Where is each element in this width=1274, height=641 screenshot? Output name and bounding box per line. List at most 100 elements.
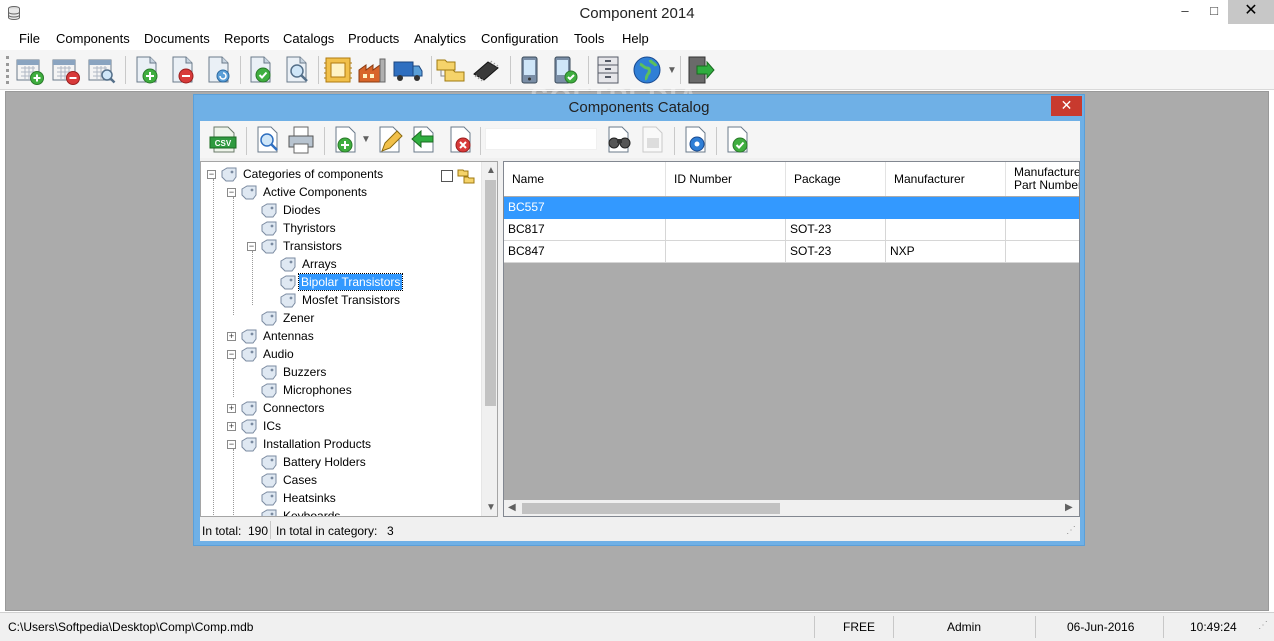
back-arrow-icon[interactable] — [408, 124, 440, 156]
scrollbar-thumb[interactable] — [522, 503, 780, 514]
document-remove-icon[interactable] — [167, 54, 199, 86]
column-header-manufacturer[interactable]: Manufacturer — [886, 162, 1006, 196]
components-grid[interactable]: Name ID Number Package Manufacturer Manu… — [503, 161, 1080, 517]
cell-id-number[interactable] — [666, 219, 786, 241]
tag-icon — [261, 383, 277, 398]
scroll-down-icon[interactable]: ▼ — [486, 502, 496, 513]
calendar-add-icon[interactable] — [14, 54, 46, 86]
document-refresh-icon[interactable] — [203, 54, 235, 86]
column-header-name[interactable]: Name — [504, 162, 666, 196]
menu-file[interactable]: File — [19, 31, 40, 46]
factory-icon[interactable] — [357, 54, 389, 86]
table-row[interactable]: BC817 SOT-23 — [504, 219, 1079, 241]
column-header-manufacturer-part-number[interactable]: Manufacturer Part Number — [1006, 162, 1079, 196]
collapse-icon[interactable]: − — [227, 350, 236, 359]
maximize-button[interactable]: □ — [1199, 0, 1229, 24]
collapse-icon[interactable]: − — [247, 242, 256, 251]
scroll-right-icon[interactable]: ▶ — [1065, 502, 1073, 513]
cell-part-number[interactable] — [1006, 241, 1079, 263]
tree-label: Audio — [263, 347, 294, 361]
menu-products[interactable]: Products — [348, 31, 399, 46]
tree-checkbox[interactable] — [441, 170, 453, 182]
category-tree[interactable]: − Categories of components − Active Comp… — [200, 161, 498, 517]
cell-package[interactable] — [786, 197, 886, 219]
scroll-left-icon[interactable]: ◀ — [508, 502, 516, 513]
settings-icon[interactable] — [680, 124, 712, 156]
calendar-remove-icon[interactable] — [50, 54, 82, 86]
filter-disabled-icon[interactable] — [637, 124, 669, 156]
expand-icon[interactable]: + — [227, 332, 236, 341]
table-row[interactable]: BC847 SOT-23 NXP — [504, 241, 1079, 263]
cell-id-number[interactable] — [666, 241, 786, 263]
edit-icon[interactable] — [374, 124, 406, 156]
menu-components[interactable]: Components — [56, 31, 130, 46]
scrollbar-thumb[interactable] — [485, 180, 496, 406]
collapse-icon[interactable]: − — [207, 170, 216, 179]
collapse-icon[interactable]: − — [227, 188, 236, 197]
cell-id-number[interactable] — [666, 197, 786, 219]
folders-icon[interactable] — [435, 54, 467, 86]
minimize-button[interactable]: – — [1170, 0, 1200, 24]
toolbar-separator — [318, 56, 319, 84]
menu-reports[interactable]: Reports — [224, 31, 270, 46]
cell-name[interactable]: BC847 — [504, 241, 666, 263]
dialog-close-button[interactable]: ✕ — [1051, 96, 1082, 116]
print-icon[interactable] — [286, 124, 318, 156]
cell-package[interactable]: SOT-23 — [786, 219, 886, 241]
preview-icon[interactable] — [252, 124, 284, 156]
table-row-selected[interactable]: BC557 — [504, 197, 1079, 219]
globe-dropdown-icon[interactable]: ▼ — [667, 65, 677, 76]
tag-icon — [241, 401, 257, 416]
cell-name[interactable]: BC817 — [504, 219, 666, 241]
binoculars-icon[interactable] — [603, 124, 635, 156]
folder-tree-icon[interactable] — [457, 168, 475, 184]
menu-documents[interactable]: Documents — [144, 31, 210, 46]
expand-icon[interactable]: + — [227, 422, 236, 431]
document-add-icon[interactable] — [131, 54, 163, 86]
tag-icon — [241, 419, 257, 434]
cell-manufacturer[interactable] — [886, 219, 1006, 241]
current-user: Admin — [947, 620, 982, 634]
add-component-icon[interactable] — [330, 124, 362, 156]
cell-name[interactable]: BC557 — [504, 197, 666, 219]
resize-grip-icon[interactable]: ⋰ — [1258, 620, 1268, 631]
ic-chip-icon[interactable] — [470, 54, 502, 86]
column-header-package[interactable]: Package — [786, 162, 886, 196]
scroll-up-icon[interactable]: ▲ — [486, 165, 496, 176]
confirm-icon[interactable] — [722, 124, 754, 156]
calendar-search-icon[interactable] — [86, 54, 118, 86]
cell-manufacturer[interactable] — [886, 197, 1006, 219]
license-status: FREE — [843, 620, 876, 634]
database-path: C:\Users\Softpedia\Desktop\Comp\Comp.mdb — [8, 620, 254, 634]
toolbar-separator — [510, 56, 511, 84]
grid-horizontal-scrollbar[interactable]: ◀ ▶ — [504, 500, 1079, 516]
resize-grip-icon[interactable]: ⋰ — [1066, 525, 1076, 536]
menu-tools[interactable]: Tools — [574, 31, 604, 46]
cell-package[interactable]: SOT-23 — [786, 241, 886, 263]
cell-part-number[interactable] — [1006, 219, 1079, 241]
component-chip-icon[interactable] — [322, 54, 354, 86]
search-input[interactable] — [485, 128, 597, 150]
document-search-icon[interactable] — [281, 54, 313, 86]
add-dropdown-icon[interactable]: ▼ — [361, 134, 371, 145]
menu-catalogs[interactable]: Catalogs — [283, 31, 334, 46]
collapse-icon[interactable]: − — [227, 440, 236, 449]
tree-vertical-scrollbar[interactable]: ▲ ▼ — [481, 162, 497, 516]
expand-icon[interactable]: + — [227, 404, 236, 413]
cell-manufacturer[interactable]: NXP — [886, 241, 1006, 263]
toolbar-grip[interactable] — [6, 56, 9, 84]
truck-icon[interactable] — [392, 54, 424, 86]
tree-label: Transistors — [283, 239, 342, 253]
column-header-id-number[interactable]: ID Number — [666, 162, 786, 196]
close-button[interactable]: ✕ — [1228, 0, 1274, 24]
tree-label: Battery Holders — [283, 455, 366, 469]
menu-configuration[interactable]: Configuration — [481, 31, 558, 46]
delete-icon[interactable] — [445, 124, 477, 156]
csv-export-icon[interactable]: CSV — [208, 124, 240, 156]
document-check-icon[interactable] — [245, 54, 277, 86]
menu-analytics[interactable]: Analytics — [414, 31, 466, 46]
tree-label: Thyristors — [283, 221, 336, 235]
tree-label: Heatsinks — [283, 491, 336, 505]
menu-help[interactable]: Help — [622, 31, 649, 46]
cell-part-number[interactable] — [1006, 197, 1079, 219]
